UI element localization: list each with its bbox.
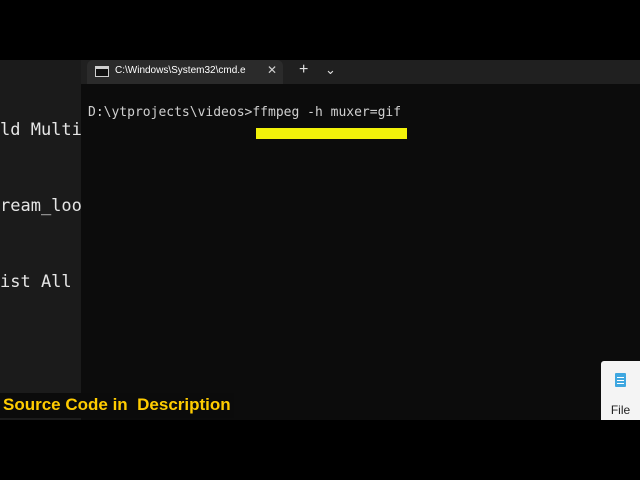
file-explorer-shortcut[interactable]: File bbox=[601, 361, 640, 420]
tab-title: C:\Windows\System32\cmd.e bbox=[115, 65, 246, 76]
terminal-tab-bar: C:\Windows\System32\cmd.e ✕ + ⌄ bbox=[81, 60, 640, 84]
letterbox-bottom bbox=[0, 420, 640, 480]
file-icon bbox=[615, 373, 626, 387]
caption-banner: Source Code in Description bbox=[0, 393, 234, 418]
cmd-icon bbox=[95, 66, 109, 77]
new-tab-icon[interactable]: + bbox=[299, 61, 308, 79]
terminal-window: C:\Windows\System32\cmd.e ✕ + ⌄ D:\ytpro… bbox=[81, 60, 640, 420]
editor-line: ream_loop bbox=[0, 196, 82, 216]
highlight-underline bbox=[256, 128, 407, 139]
file-label: File bbox=[610, 403, 631, 417]
command-line[interactable]: D:\ytprojects\videos>ffmpeg -h muxer=gif bbox=[88, 105, 401, 120]
editor-line: ld Multip bbox=[0, 120, 82, 140]
editor-line: ist All C bbox=[0, 272, 82, 292]
close-icon[interactable]: ✕ bbox=[267, 63, 277, 77]
background-editor: ld Multip ream_loop ist All C bbox=[0, 60, 82, 420]
letterbox-top bbox=[0, 0, 640, 60]
terminal-tab[interactable]: C:\Windows\System32\cmd.e ✕ bbox=[87, 60, 283, 84]
chevron-down-icon[interactable]: ⌄ bbox=[325, 62, 336, 78]
